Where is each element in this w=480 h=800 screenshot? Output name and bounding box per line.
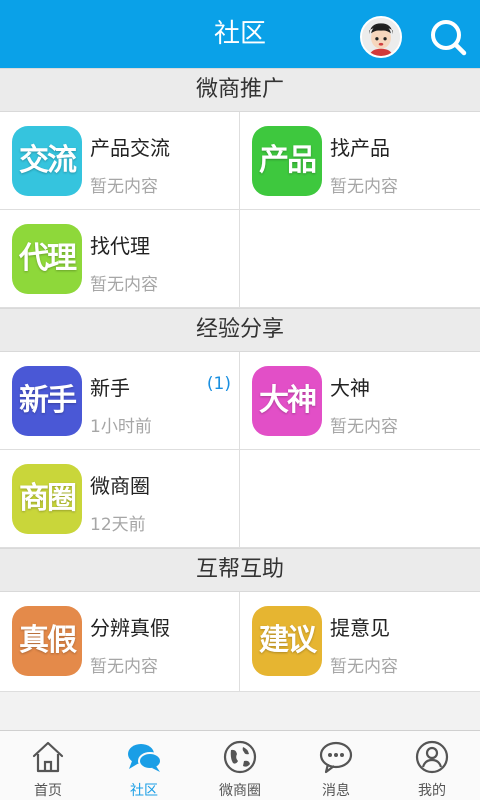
tab-label: 消息: [322, 783, 350, 799]
chat-bubbles-icon: [128, 744, 162, 772]
page-title: 社区: [213, 19, 266, 49]
tab-business-circle[interactable]: 微商圈: [192, 731, 288, 800]
product-exchange-icon: 交流: [12, 126, 82, 196]
tab-profile[interactable]: 我的: [384, 731, 480, 800]
newbie-icon: 新手: [12, 366, 82, 436]
forum-status: 12天前: [90, 515, 146, 535]
tab-home[interactable]: 首页: [0, 731, 96, 800]
section-title: 微商推广: [195, 77, 284, 102]
suggestions-icon: 建议: [252, 606, 322, 676]
section-header-experience: 经验分享: [0, 308, 480, 352]
search-button[interactable]: [428, 17, 468, 57]
forum-name: 微商圈: [90, 474, 150, 498]
unread-count-badge: (1): [206, 374, 231, 394]
section-header-mutual-help: 互帮互助: [0, 548, 480, 592]
forum-item-suggestions[interactable]: 建议 提意见 暂无内容: [240, 592, 480, 692]
forum-name: 分辨真假: [90, 616, 170, 640]
content-spacer: [0, 692, 480, 730]
section-header-promotion: 微商推广: [0, 68, 480, 112]
section-title: 经验分享: [195, 317, 284, 342]
forum-item-find-product[interactable]: 产品 找产品 暂无内容: [240, 112, 480, 210]
forum-status: 暂无内容: [90, 177, 158, 197]
forum-status: 暂无内容: [330, 417, 398, 437]
forum-item-verify-authenticity[interactable]: 真假 分辨真假 暂无内容: [0, 592, 240, 692]
avatar-face-icon: [362, 18, 400, 56]
globe-icon: [223, 740, 257, 774]
empty-cell: [240, 210, 480, 308]
forum-item-expert[interactable]: 大神 大神 暂无内容: [240, 352, 480, 450]
forum-name: 新手: [90, 376, 130, 400]
tab-label: 首页: [34, 783, 62, 799]
business-circle-icon: 商圈: [12, 464, 82, 534]
find-agent-icon: 代理: [12, 224, 82, 294]
tab-community[interactable]: 社区: [96, 731, 192, 800]
search-icon: [431, 20, 467, 56]
forum-item-product-exchange[interactable]: 交流 产品交流 暂无内容: [0, 112, 240, 210]
forum-name: 产品交流: [90, 136, 170, 160]
forum-status: 1小时前: [90, 417, 152, 437]
forum-name: 找代理: [90, 234, 150, 258]
forum-status: 暂无内容: [330, 177, 398, 197]
forum-name: 大神: [330, 376, 370, 400]
forum-status: 暂无内容: [330, 657, 398, 677]
home-icon: [32, 741, 64, 773]
forum-name: 找产品: [330, 136, 390, 160]
forum-status: 暂无内容: [90, 275, 158, 295]
forum-item-business-circle[interactable]: 商圈 微商圈 12天前: [0, 450, 240, 548]
user-avatar[interactable]: [360, 16, 402, 58]
bottom-tab-bar: 首页 社区 微商圈 消息 我的: [0, 730, 480, 800]
empty-cell: [240, 450, 480, 548]
find-product-icon: 产品: [252, 126, 322, 196]
tab-messages[interactable]: 消息: [288, 731, 384, 800]
tab-label: 微商圈: [219, 783, 261, 799]
expert-icon: 大神: [252, 366, 322, 436]
forum-name: 提意见: [330, 616, 390, 640]
verify-authenticity-icon: 真假: [12, 606, 82, 676]
forum-status: 暂无内容: [90, 657, 158, 677]
forum-item-find-agent[interactable]: 代理 找代理 暂无内容: [0, 210, 240, 308]
forum-item-newbie[interactable]: 新手 新手 (1) 1小时前: [0, 352, 240, 450]
tab-label: 我的: [418, 783, 446, 799]
tab-label: 社区: [130, 783, 158, 799]
section-title: 互帮互助: [195, 557, 284, 582]
profile-icon: [415, 740, 449, 774]
top-bar: 社区: [0, 0, 480, 68]
message-icon: [319, 741, 353, 774]
